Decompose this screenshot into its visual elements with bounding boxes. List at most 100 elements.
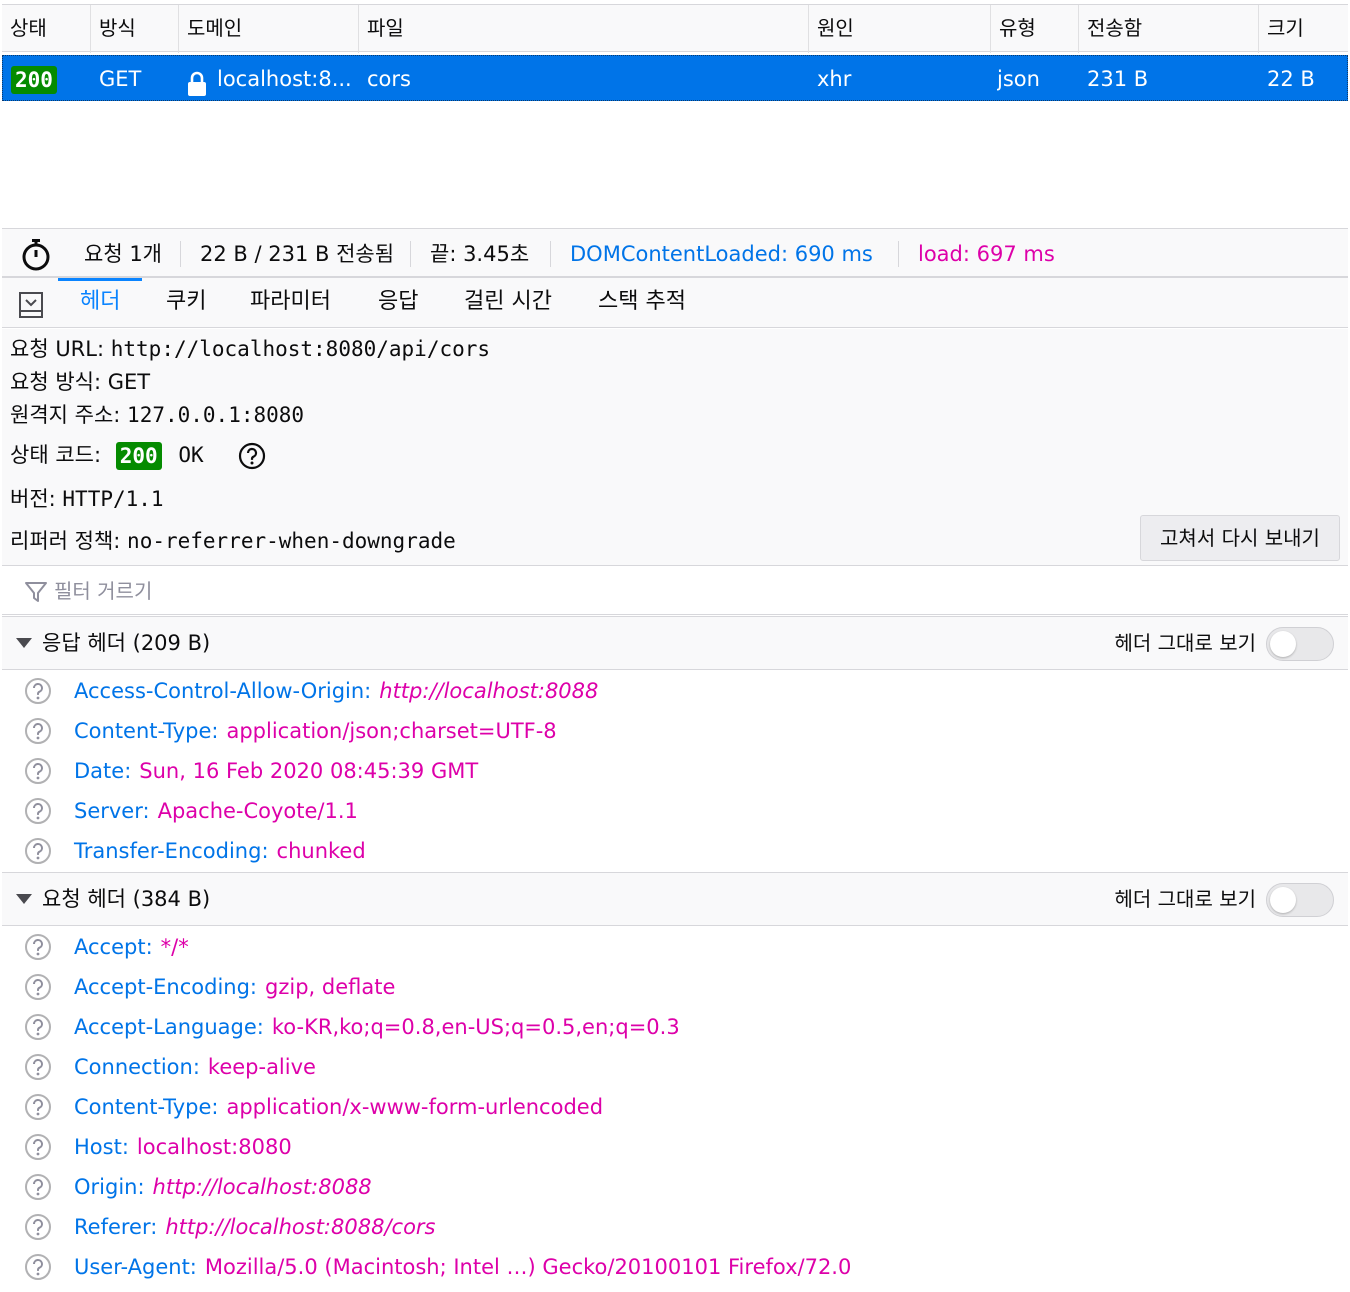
response-headers-section[interactable]: 응답 헤더 (209 B) 헤더 그대로 보기 (2, 616, 1348, 670)
summary-referrer-line: 리퍼러 정책: no-referrer-when-downgrade (10, 525, 456, 555)
header-name: User-Agent: (74, 1255, 197, 1279)
column-status[interactable]: 상태 (2, 5, 90, 53)
raw-headers-toggle[interactable] (1266, 627, 1334, 661)
header-row[interactable]: Referer: http://localhost:8088/cors (2, 1207, 1348, 1247)
header-value: application/x-www-form-urlencoded (226, 1095, 604, 1119)
header-name: Referer: (74, 1215, 158, 1239)
header-row[interactable]: Content-Type: application/x-www-form-urle… (2, 1087, 1348, 1127)
request-row[interactable]: 200 GET localhost:8... cors xhr json 231… (2, 55, 1348, 101)
stopwatch-icon[interactable] (20, 236, 52, 272)
url-label: 요청 URL: (10, 337, 105, 361)
status-code-badge: 200 (115, 442, 162, 470)
question-icon[interactable] (24, 1173, 52, 1201)
question-icon[interactable] (24, 973, 52, 1001)
header-text: Accept: */* (74, 927, 189, 967)
row-method: GET (99, 67, 142, 91)
column-method[interactable]: 방식 (90, 5, 178, 53)
header-name: Transfer-Encoding: (74, 839, 269, 863)
column-size[interactable]: 크기 (1258, 5, 1348, 53)
question-icon[interactable] (24, 757, 52, 785)
row-domain: localhost:8... (187, 56, 357, 102)
header-value: */* (160, 935, 189, 959)
header-row[interactable]: Date: Sun, 16 Feb 2020 08:45:39 GMT (2, 751, 1348, 791)
question-icon[interactable] (24, 1013, 52, 1041)
row-size: 22 B (1267, 67, 1315, 91)
referrer-label: 리퍼러 정책: (10, 529, 121, 553)
response-headers-title: 응답 헤더 (209 B) (42, 631, 211, 655)
header-row[interactable]: Host: localhost:8080 (2, 1127, 1348, 1167)
header-text: Content-Type: application/json;charset=UT… (74, 711, 557, 751)
column-transferred[interactable]: 전송함 (1078, 5, 1258, 53)
question-icon[interactable] (24, 837, 52, 865)
question-icon[interactable] (24, 1053, 52, 1081)
question-icon[interactable] (24, 1213, 52, 1241)
header-value: localhost:8080 (136, 1135, 292, 1159)
status-label: 상태 코드: (10, 443, 102, 467)
header-row[interactable]: Accept-Language: ko-KR,ko;q=0.8,en-US;q=0… (2, 1007, 1348, 1047)
header-text: User-Agent: Mozilla/5.0 (Macintosh; Intel… (74, 1247, 851, 1287)
question-icon[interactable] (24, 1093, 52, 1121)
header-row[interactable]: Connection: keep-alive (2, 1047, 1348, 1087)
header-row[interactable]: Server: Apache-Coyote/1.1 (2, 791, 1348, 831)
summary-finish: 끝: 3.45초 (430, 242, 530, 266)
version-value: HTTP/1.1 (62, 487, 164, 511)
remote-value: 127.0.0.1:8080 (127, 403, 305, 427)
header-row[interactable]: Accept-Encoding: gzip, deflate (2, 967, 1348, 1007)
header-name: Accept: (74, 935, 153, 959)
tab-stack-trace[interactable]: 스택 추적 (598, 278, 686, 328)
filter-input[interactable]: 필터 거르기 (54, 567, 152, 615)
column-cause[interactable]: 원인 (808, 5, 990, 53)
question-icon[interactable] (238, 442, 266, 470)
header-name: Connection: (74, 1055, 200, 1079)
header-name: Accept-Encoding: (74, 975, 258, 999)
summary-load: load: 697 ms (918, 242, 1055, 266)
header-text: Content-Type: application/x-www-form-urle… (74, 1087, 603, 1127)
collapse-triangle-icon[interactable] (16, 638, 32, 648)
raw-headers-toggle[interactable] (1266, 883, 1334, 917)
edit-resend-button[interactable]: 고쳐서 다시 보내기 (1140, 515, 1340, 561)
row-status: 200 (11, 56, 91, 102)
collapse-triangle-icon[interactable] (16, 894, 32, 904)
header-value: ko-KR,ko;q=0.8,en-US;q=0.5,en;q=0.3 (271, 1015, 680, 1039)
summary-status-line: 상태 코드: 200 OK (10, 439, 266, 470)
header-row[interactable]: Accept: */* (2, 927, 1348, 967)
panel-toggle-icon[interactable] (18, 289, 44, 318)
request-headers-section[interactable]: 요청 헤더 (384 B) 헤더 그대로 보기 (2, 872, 1348, 926)
header-name: Access-Control-Allow-Origin: (74, 679, 372, 703)
question-icon[interactable] (24, 933, 52, 961)
header-value: application/json;charset=UTF-8 (226, 719, 557, 743)
row-cause: xhr (817, 67, 852, 91)
header-value: Apache-Coyote/1.1 (157, 799, 358, 823)
status-text: OK (178, 443, 204, 467)
tab-timings[interactable]: 걸린 시간 (464, 278, 552, 328)
method-value: GET (107, 370, 151, 394)
column-type[interactable]: 유형 (990, 5, 1078, 53)
header-name: Content-Type: (74, 1095, 219, 1119)
tab-cookies[interactable]: 쿠키 (166, 278, 206, 328)
question-icon[interactable] (24, 797, 52, 825)
header-row[interactable]: Transfer-Encoding: chunked (2, 831, 1348, 871)
tab-headers[interactable]: 헤더 (57, 278, 144, 328)
header-filter[interactable]: 필터 거르기 (2, 567, 1348, 615)
tab-params[interactable]: 파라미터 (250, 278, 331, 328)
column-file[interactable]: 파일 (358, 5, 808, 53)
header-name: Accept-Language: (74, 1015, 264, 1039)
header-row[interactable]: Content-Type: application/json;charset=UT… (2, 711, 1348, 751)
header-value: chunked (276, 839, 366, 863)
column-domain[interactable]: 도메인 (178, 5, 358, 53)
question-icon[interactable] (24, 677, 52, 705)
header-row[interactable]: Access-Control-Allow-Origin: http://local… (2, 671, 1348, 711)
row-type: json (997, 67, 1040, 91)
remote-label: 원격지 주소: (10, 403, 121, 427)
header-row[interactable]: Origin: http://localhost:8088 (2, 1167, 1348, 1207)
row-file: cors (367, 67, 411, 91)
tab-response[interactable]: 응답 (378, 278, 418, 328)
header-name: Date: (74, 759, 132, 783)
summary-version-line: 버전: HTTP/1.1 (10, 483, 164, 513)
header-row[interactable]: User-Agent: Mozilla/5.0 (Macintosh; Intel… (2, 1247, 1348, 1287)
question-icon[interactable] (24, 717, 52, 745)
row-domain-text: localhost:8... (217, 67, 352, 91)
question-icon[interactable] (24, 1253, 52, 1281)
question-icon[interactable] (24, 1133, 52, 1161)
url-value: http://localhost:8080/api/cors (110, 337, 491, 361)
